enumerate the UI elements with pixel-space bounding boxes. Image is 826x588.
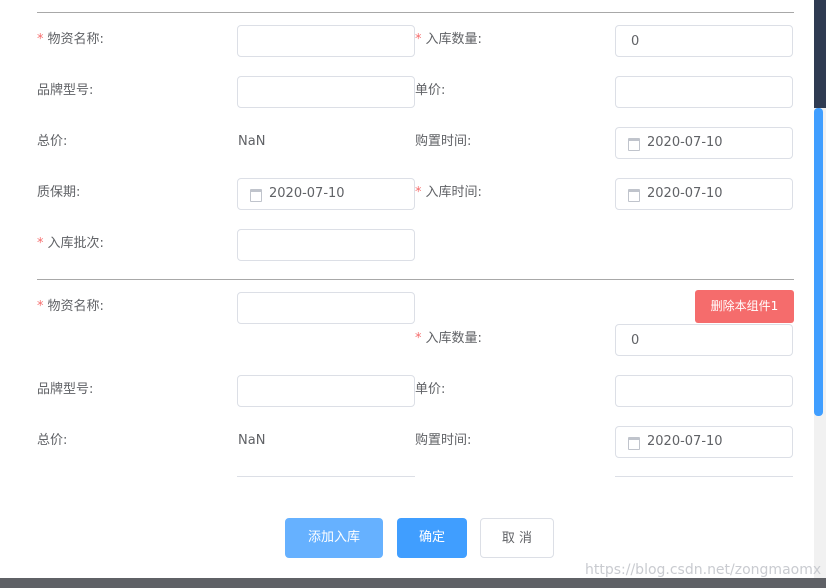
group-divider [37,279,794,280]
total-value-1: NaN [238,134,266,149]
label-price-2: 单价: [415,382,446,397]
add-stock-button[interactable]: 添加入库 [285,518,383,558]
label-warranty-1: 质保期: [37,185,81,200]
delete-component-button[interactable]: 删除本组件1 [695,290,794,323]
calendar-icon [250,189,262,202]
total-value-2: NaN [238,433,266,448]
purchase-time-picker-1[interactable]: 2020-07-10 [615,127,793,159]
required-mark: * [415,185,422,200]
brand-input-1[interactable] [237,76,415,108]
price-input-2[interactable] [615,375,793,407]
label-stock-time-1: * 入库时间: [415,185,482,200]
warranty-picker-1[interactable]: 2020-07-10 [237,178,415,210]
required-mark: * [37,32,44,47]
label-total-2: 总价: [37,433,68,448]
price-input-1[interactable] [615,76,793,108]
confirm-button[interactable]: 确定 [397,518,467,558]
purchase-time-value-1: 2020-07-10 [647,135,723,150]
brand-input-2[interactable] [237,375,415,407]
form-scroll-area[interactable]: *物资名称: *入库数量: 品牌型号: 单价: 总价: NaN 购置时间: 20… [0,0,814,478]
label-brand-1: 品牌型号: [37,83,94,98]
label-total-1: 总价: [37,134,68,149]
name-input-1[interactable] [237,25,415,57]
label-name-1: * 物资名称: [37,32,104,47]
stock-time-value-1: 2020-07-10 [647,186,723,201]
cancel-button[interactable]: 取 消 [480,518,554,558]
required-mark: * [37,299,44,314]
qty-input-2[interactable] [615,324,793,356]
calendar-icon [628,437,640,450]
required-mark: * [37,236,44,251]
label-qty-2: * 入库数量: [415,331,482,346]
purchase-time-picker-2[interactable]: 2020-07-10 [615,426,793,458]
label-brand-2: 品牌型号: [37,382,94,397]
group-divider-top [37,12,794,13]
scrollbar-thumb[interactable] [814,108,823,416]
calendar-icon [628,138,640,151]
watermark-text: https://blog.csdn.net/zongmaomx [585,562,822,578]
label-qty-1: * 入库数量: [415,32,482,47]
required-mark: * [415,331,422,346]
label-purchase-time-1: 购置时间: [415,134,472,149]
name-input-2[interactable] [237,292,415,324]
stock-time-picker-1[interactable]: 2020-07-10 [615,178,793,210]
label-price-1: 单价: [415,83,446,98]
calendar-icon [628,189,640,202]
required-mark: * [415,32,422,47]
batch-input-1[interactable] [237,229,415,261]
purchase-time-value-2: 2020-07-10 [647,434,723,449]
scrollbar-top-area [814,0,826,108]
label-batch-1: * 入库批次: [37,236,104,251]
label-purchase-time-2: 购置时间: [415,433,472,448]
warranty-value-1: 2020-07-10 [269,186,345,201]
label-name-2: * 物资名称: [37,299,104,314]
qty-input-1[interactable] [615,25,793,57]
